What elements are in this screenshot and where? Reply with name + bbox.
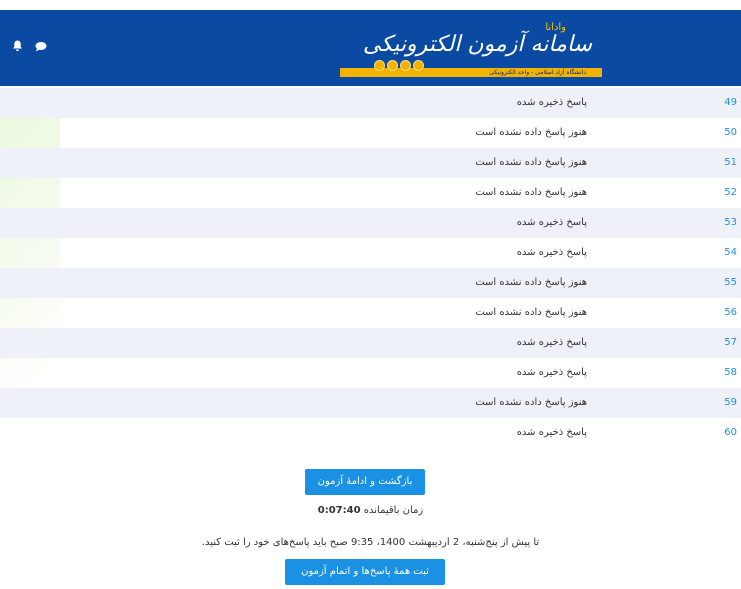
question-number-link[interactable]: 55: [713, 268, 737, 298]
table-row: 55 هنوز پاسخ داده نشده است: [0, 268, 741, 298]
answer-status: هنوز پاسخ داده نشده است: [475, 157, 587, 168]
table-row: 58 پاسخ ذخیره شده: [0, 358, 741, 388]
remaining-time: زمان باقیمانده 0:07:40: [0, 505, 741, 516]
table-row: 50 هنوز پاسخ داده نشده است: [0, 118, 741, 148]
answer-status: پاسخ ذخیره شده: [516, 427, 587, 438]
answer-status: پاسخ ذخیره شده: [516, 247, 587, 258]
table-row: 60 پاسخ ذخیره شده: [0, 418, 741, 448]
table-row: 52 هنوز پاسخ داده نشده است: [0, 178, 741, 208]
question-number-link[interactable]: 56: [713, 298, 737, 328]
logo-title: سامانه آزمون الکترونیکی: [362, 32, 592, 57]
chat-bubble-icon[interactable]: [35, 41, 47, 55]
question-number-link[interactable]: 49: [713, 88, 737, 118]
submit-all-button[interactable]: ثبت همهٔ پاسخ‌ها و اتمام آزمون: [285, 559, 445, 585]
table-row: 49 پاسخ ذخیره شده: [0, 88, 741, 118]
site-logo[interactable]: وادانا سامانه آزمون الکترونیکی دانشگاه آ…: [338, 20, 606, 92]
question-number-link[interactable]: 51: [713, 148, 737, 178]
table-row: 57 پاسخ ذخیره شده: [0, 328, 741, 358]
question-number-link[interactable]: 53: [713, 208, 737, 238]
answer-status: پاسخ ذخیره شده: [516, 97, 587, 108]
logo-dots: [374, 60, 424, 71]
question-number-link[interactable]: 60: [713, 418, 737, 448]
answer-status: پاسخ ذخیره شده: [516, 367, 587, 378]
return-to-exam-button[interactable]: بازگشت و ادامهٔ آزمون: [305, 469, 425, 495]
table-row: 59 هنوز پاسخ داده نشده است: [0, 388, 741, 418]
table-row: 54 پاسخ ذخیره شده: [0, 238, 741, 268]
bell-icon[interactable]: [12, 40, 23, 55]
remaining-time-label: زمان باقیمانده: [363, 505, 424, 516]
answer-summary-table: 49 پاسخ ذخیره شده 50 هنوز پاسخ داده نشده اس…: [0, 88, 741, 448]
question-number-link[interactable]: 58: [713, 358, 737, 388]
question-number-link[interactable]: 52: [713, 178, 737, 208]
answer-status: هنوز پاسخ داده نشده است: [475, 307, 587, 318]
question-number-link[interactable]: 59: [713, 388, 737, 418]
table-row: 51 هنوز پاسخ داده نشده است: [0, 148, 741, 178]
table-row: 56 هنوز پاسخ داده نشده است: [0, 298, 741, 328]
answer-status: هنوز پاسخ داده نشده است: [475, 277, 587, 288]
question-number-link[interactable]: 57: [713, 328, 737, 358]
answer-status: هنوز پاسخ داده نشده است: [475, 187, 587, 198]
question-number-link[interactable]: 54: [713, 238, 737, 268]
answer-status: پاسخ ذخیره شده: [516, 217, 587, 228]
answer-status: پاسخ ذخیره شده: [516, 337, 587, 348]
logo-university: دانشگاه آزاد اسلامی - واحد الکترونیکی: [489, 69, 586, 76]
question-number-link[interactable]: 50: [713, 118, 737, 148]
answer-status: هنوز پاسخ داده نشده است: [475, 127, 587, 138]
header-icons: [12, 40, 47, 55]
answer-status: هنوز پاسخ داده نشده است: [475, 397, 587, 408]
table-row: 53 پاسخ ذخیره شده: [0, 208, 741, 238]
remaining-time-value: 0:07:40: [317, 505, 361, 516]
deadline-notice: تا پیش از پنج‌شنبه، 2 اردیبهشت 1400، 9:3…: [201, 537, 540, 548]
header-bar: وادانا سامانه آزمون الکترونیکی دانشگاه آ…: [0, 10, 741, 86]
